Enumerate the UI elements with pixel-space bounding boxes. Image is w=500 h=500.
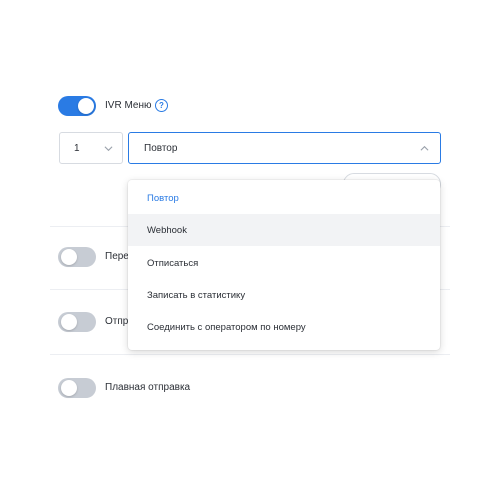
dropdown-option-record-stats[interactable]: Записать в статистику — [128, 279, 440, 311]
ivr-menu-toggle[interactable] — [58, 96, 96, 116]
option-label: Соединить с оператором по номеру — [147, 322, 306, 333]
toggle-knob — [61, 314, 77, 330]
chevron-up-icon — [420, 145, 429, 151]
action-dropdown-menu: Повтор Webhook Отписаться Записать в ста… — [128, 180, 440, 350]
key-number-select[interactable]: 1 — [59, 132, 123, 164]
section-divider — [50, 354, 450, 355]
dropdown-option-connect-operator[interactable]: Соединить с оператором по номеру — [128, 311, 440, 343]
toggle-knob — [61, 249, 77, 265]
setting-label: Отпр — [105, 316, 129, 327]
option-label: Отписаться — [147, 258, 199, 269]
ivr-menu-label: IVR Меню — [105, 100, 152, 111]
action-select[interactable]: Повтор — [128, 132, 441, 164]
chevron-down-icon — [104, 146, 113, 152]
smooth-send-label: Плавная отправка — [105, 382, 191, 393]
dropdown-option-unsubscribe[interactable]: Отписаться — [128, 247, 440, 279]
setting-toggle[interactable] — [58, 312, 96, 332]
toggle-knob — [61, 380, 77, 396]
setting-label: Пере — [105, 251, 129, 262]
option-label: Записать в статистику — [147, 290, 246, 301]
smooth-send-toggle[interactable] — [58, 378, 96, 398]
option-label: Повтор — [147, 193, 179, 204]
toggle-knob — [78, 98, 94, 114]
key-number-value: 1 — [74, 143, 80, 154]
action-select-value: Повтор — [144, 143, 178, 154]
setting-toggle[interactable] — [58, 247, 96, 267]
question-circle-icon[interactable]: ? — [155, 99, 168, 112]
dropdown-option-repeat[interactable]: Повтор — [128, 182, 440, 214]
dropdown-option-webhook[interactable]: Webhook — [128, 214, 440, 246]
option-label: Webhook — [147, 225, 187, 236]
